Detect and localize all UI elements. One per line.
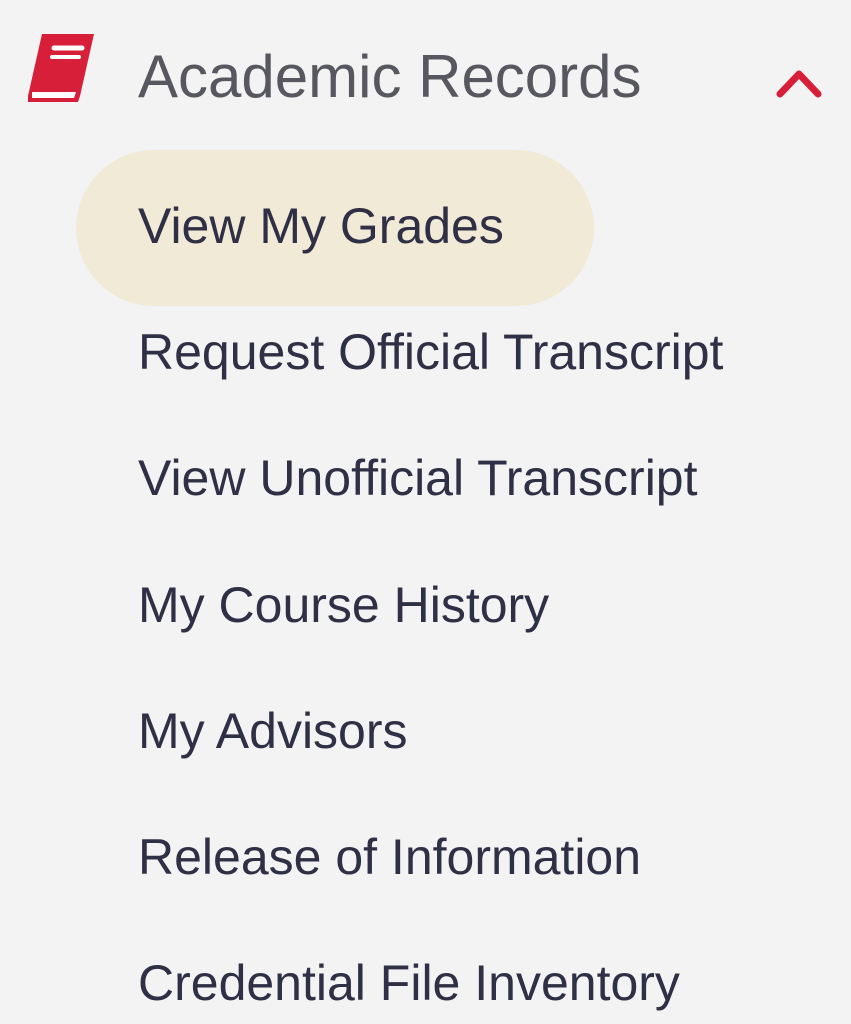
academic-records-menu: Academic Records View My Grades Request … bbox=[0, 0, 851, 1024]
menu-item-view-my-grades[interactable]: View My Grades bbox=[138, 194, 504, 258]
menu-item-my-course-history[interactable]: My Course History bbox=[138, 573, 549, 637]
menu-item-request-official-transcript[interactable]: Request Official Transcript bbox=[138, 320, 723, 384]
chevron-up-icon[interactable] bbox=[774, 66, 824, 102]
academic-records-header[interactable]: Academic Records bbox=[0, 0, 851, 150]
menu-item-release-of-information[interactable]: Release of Information bbox=[138, 825, 641, 889]
menu-item-credential-file-inventory[interactable]: Credential File Inventory bbox=[138, 951, 680, 1015]
menu-item-view-unofficial-transcript[interactable]: View Unofficial Transcript bbox=[138, 446, 698, 510]
menu-item-my-advisors[interactable]: My Advisors bbox=[138, 699, 408, 763]
book-icon bbox=[28, 34, 94, 102]
section-title: Academic Records bbox=[138, 43, 642, 110]
